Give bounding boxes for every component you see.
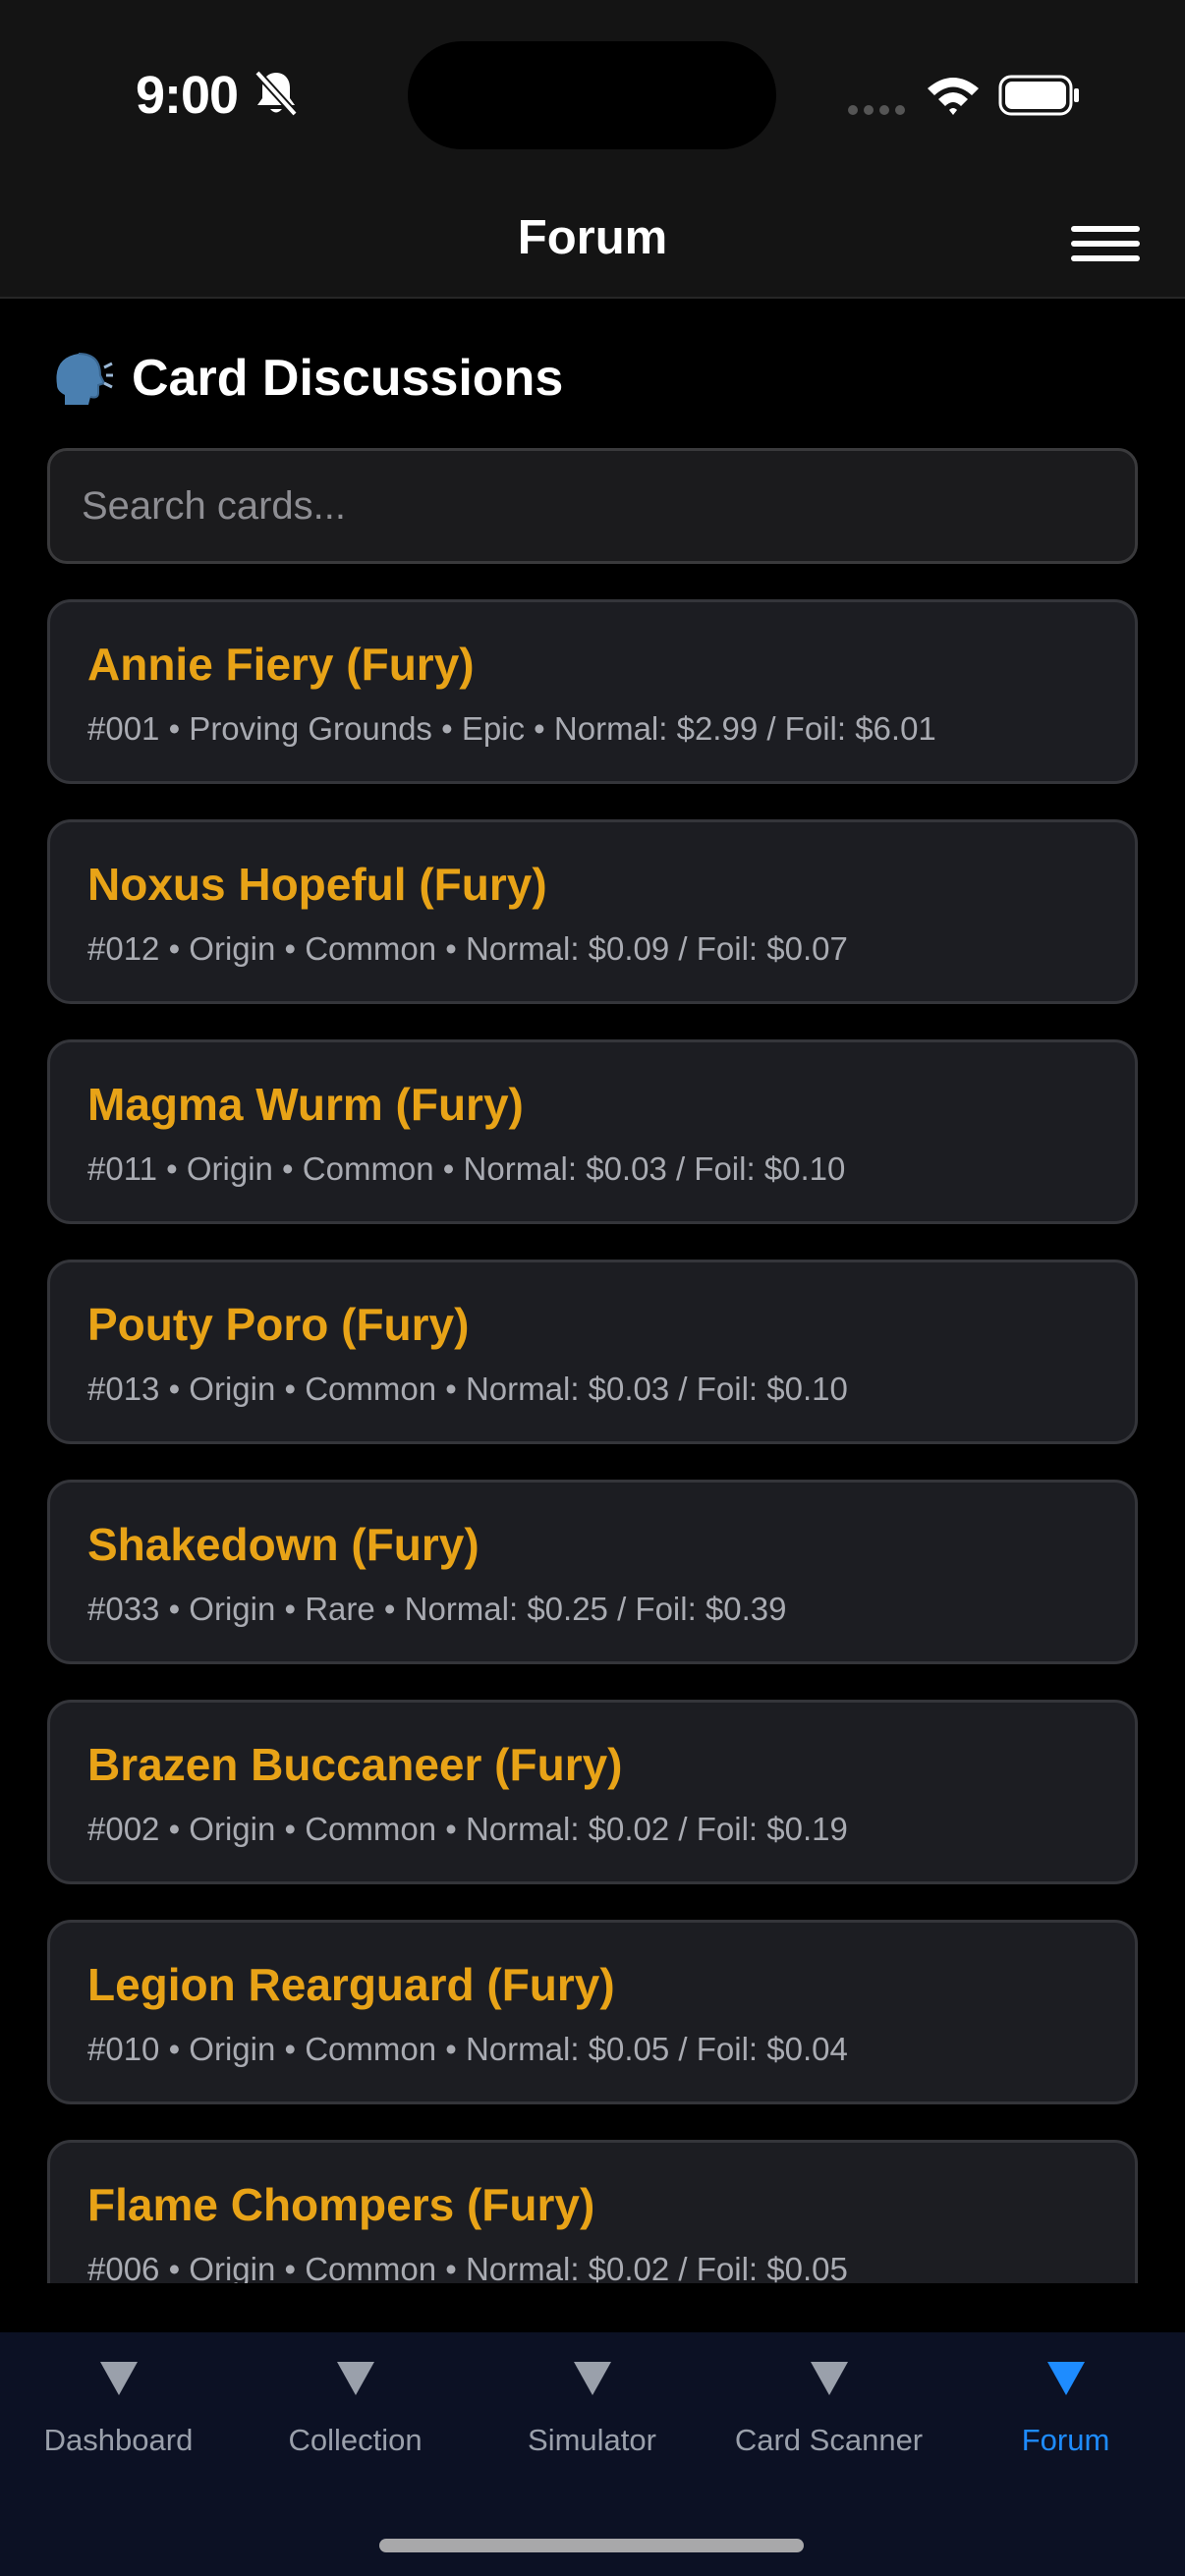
tab-label: Card Scanner xyxy=(734,2423,924,2457)
forum-screen: 9:00 Forum Card Discussions Search cards… xyxy=(0,0,1185,2576)
cellular-signal-icon xyxy=(848,105,905,115)
page-title: Forum xyxy=(517,211,668,264)
search-input[interactable] xyxy=(47,448,1138,564)
card-list-item[interactable]: Flame Chompers (Fury) #006 • Origin • Co… xyxy=(47,2140,1138,2283)
triangle-down-icon xyxy=(573,2362,611,2395)
card-meta: #010 • Origin • Common • Normal: $0.05 /… xyxy=(87,2031,848,2067)
card-list-item[interactable]: Shakedown (Fury) #033 • Origin • Rare • … xyxy=(47,1480,1138,1664)
bell-slash-icon xyxy=(254,70,298,117)
card-name: Magma Wurm (Fury) xyxy=(87,1079,524,1130)
card-name: Flame Chompers (Fury) xyxy=(87,2179,595,2230)
home-indicator[interactable] xyxy=(379,2539,804,2552)
card-name: Brazen Buccaneer (Fury) xyxy=(87,1739,623,1790)
battery-icon xyxy=(998,75,1079,116)
card-meta: #013 • Origin • Common • Normal: $0.03 /… xyxy=(87,1371,848,1407)
card-list-item[interactable]: Magma Wurm (Fury) #011 • Origin • Common… xyxy=(47,1039,1138,1224)
card-meta: #011 • Origin • Common • Normal: $0.03 /… xyxy=(87,1150,846,1187)
triangle-down-icon xyxy=(336,2362,374,2395)
card-meta: #002 • Origin • Common • Normal: $0.02 /… xyxy=(87,1811,848,1847)
card-list[interactable]: Annie Fiery (Fury) #001 • Proving Ground… xyxy=(0,599,1185,2283)
app-header: Forum xyxy=(0,187,1185,299)
card-name: Annie Fiery (Fury) xyxy=(87,639,475,690)
triangle-down-icon xyxy=(1046,2362,1085,2395)
card-meta: #001 • Proving Grounds • Epic • Normal: … xyxy=(87,710,936,747)
card-list-item[interactable]: Pouty Poro (Fury) #013 • Origin • Common… xyxy=(47,1260,1138,1444)
card-list-item[interactable]: Brazen Buccaneer (Fury) #002 • Origin • … xyxy=(47,1700,1138,1884)
tab-label: Dashboard xyxy=(43,2423,194,2457)
tab-label: Forum xyxy=(1021,2423,1110,2457)
tab-simulator[interactable]: Simulator xyxy=(474,2360,710,2478)
triangle-down-icon xyxy=(810,2362,848,2395)
tab-label: Simulator xyxy=(528,2423,656,2457)
card-meta: #033 • Origin • Rare • Normal: $0.25 / F… xyxy=(87,1591,787,1627)
tab-forum[interactable]: Forum xyxy=(947,2360,1184,2478)
dynamic-island xyxy=(408,41,776,149)
tab-dashboard[interactable]: Dashboard xyxy=(0,2360,237,2478)
section-title: Card Discussions xyxy=(132,350,564,407)
status-bar: 9:00 xyxy=(0,0,1185,187)
tab-label: Collection xyxy=(288,2423,423,2457)
tab-collection[interactable]: Collection xyxy=(237,2360,474,2478)
card-name: Shakedown (Fury) xyxy=(87,1519,480,1570)
section-heading: Card Discussions xyxy=(49,344,563,413)
card-list-item[interactable]: Annie Fiery (Fury) #001 • Proving Ground… xyxy=(47,599,1138,784)
card-meta: #012 • Origin • Common • Normal: $0.09 /… xyxy=(87,930,848,967)
triangle-down-icon xyxy=(99,2362,138,2395)
tab-card-scanner[interactable]: Card Scanner xyxy=(710,2360,947,2478)
card-list-item[interactable]: Legion Rearguard (Fury) #010 • Origin • … xyxy=(47,1920,1138,2104)
card-name: Noxus Hopeful (Fury) xyxy=(87,859,547,910)
card-list-item[interactable]: Noxus Hopeful (Fury) #012 • Origin • Com… xyxy=(47,819,1138,1004)
card-name: Legion Rearguard (Fury) xyxy=(87,1959,615,2010)
hamburger-menu-icon[interactable] xyxy=(1071,216,1140,271)
status-time: 9:00 xyxy=(136,66,239,125)
speaking-head-icon xyxy=(56,353,113,405)
card-name: Pouty Poro (Fury) xyxy=(87,1299,470,1350)
wifi-icon xyxy=(928,78,979,115)
card-meta: #006 • Origin • Common • Normal: $0.02 /… xyxy=(87,2251,848,2283)
